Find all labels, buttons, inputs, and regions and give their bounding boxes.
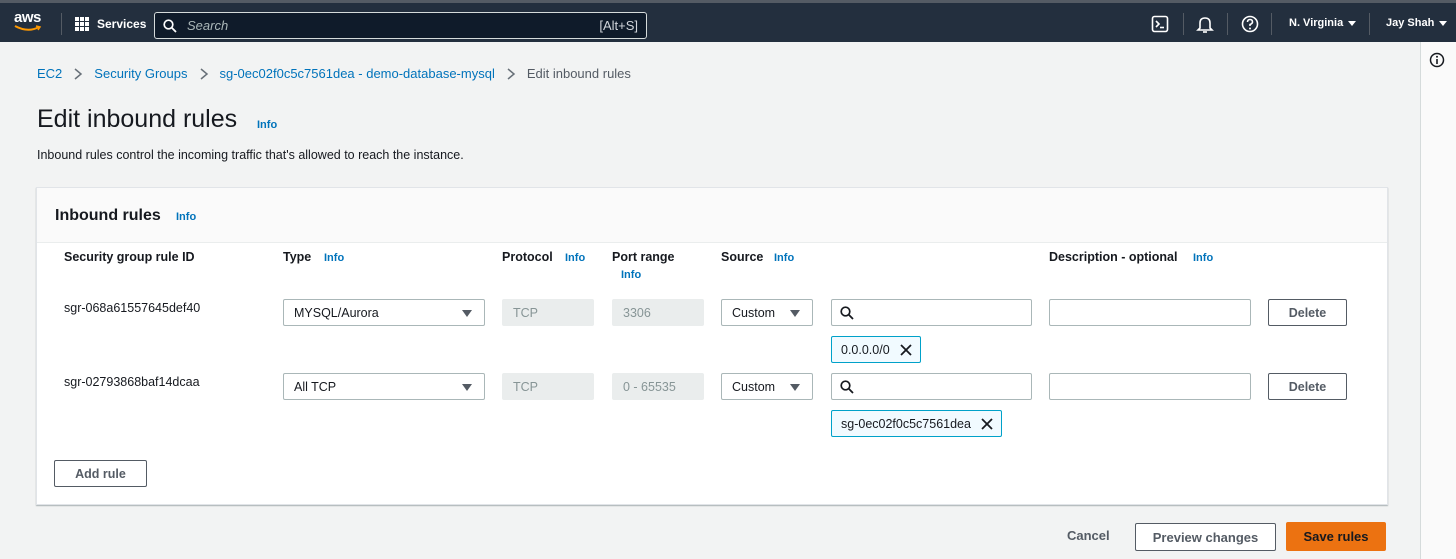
- services-label: Services: [97, 17, 147, 31]
- protocol-value: TCP: [513, 305, 538, 320]
- caret-down-icon: [462, 310, 472, 317]
- chevron-down-icon: [1348, 20, 1357, 26]
- source-search-input[interactable]: [860, 305, 1023, 320]
- page-info-link[interactable]: Info: [257, 119, 277, 131]
- column-header-rule-id: Security group rule ID: [64, 250, 195, 264]
- info-panel-icon[interactable]: [1429, 52, 1445, 68]
- breadcrumb-item-current: Edit inbound rules: [526, 66, 631, 81]
- close-icon[interactable]: [900, 343, 912, 356]
- column-header-description: Description - optional: [1049, 250, 1178, 264]
- port-range-info-link[interactable]: Info: [621, 269, 641, 281]
- region-selector[interactable]: N. Virginia: [1289, 17, 1357, 29]
- panel-title: Inbound rules: [55, 207, 161, 224]
- caret-down-icon: [462, 384, 472, 391]
- chevron-down-icon: [1439, 20, 1448, 26]
- source-search-field[interactable]: [831, 299, 1032, 326]
- chevron-right-icon: [507, 67, 516, 80]
- source-select-value: Custom: [732, 305, 776, 320]
- source-search-input[interactable]: [860, 379, 1023, 394]
- global-search-box[interactable]: [Alt+S]: [154, 12, 647, 39]
- nav-divider: [1271, 13, 1272, 35]
- notifications-bell-icon[interactable]: [1196, 15, 1214, 33]
- description-info-link[interactable]: Info: [1193, 252, 1213, 264]
- source-info-link[interactable]: Info: [774, 252, 794, 264]
- close-icon[interactable]: [981, 417, 993, 430]
- breadcrumb-item-ec2[interactable]: EC2: [37, 66, 62, 81]
- global-search-input[interactable]: [187, 18, 600, 33]
- source-select[interactable]: Custom: [721, 373, 813, 400]
- type-select[interactable]: MYSQL/Aurora: [283, 299, 485, 326]
- nav-divider: [61, 13, 62, 35]
- page-description: Inbound rules control the incoming traff…: [37, 148, 464, 162]
- type-select-value: MYSQL/Aurora: [294, 305, 379, 320]
- rule-id: sgr-068a61557645def40: [64, 301, 201, 315]
- type-info-link[interactable]: Info: [324, 252, 344, 264]
- breadcrumb-item-security-group[interactable]: sg-0ec02f0c5c7561dea - demo-database-mys…: [220, 66, 495, 81]
- port-range-field: 3306: [612, 299, 704, 326]
- chevron-right-icon: [74, 67, 83, 80]
- top-navigation-bar: aws Services [Alt+S] N. Virginia: [0, 0, 1456, 42]
- delete-rule-button[interactable]: Delete: [1268, 373, 1347, 400]
- search-icon: [840, 379, 854, 394]
- type-select[interactable]: All TCP: [283, 373, 485, 400]
- preview-changes-button[interactable]: Preview changes: [1135, 523, 1276, 551]
- port-range-field: 0 - 65535: [612, 373, 704, 400]
- source-search-field[interactable]: [831, 373, 1032, 400]
- search-icon: [163, 18, 177, 33]
- services-grid-icon: [75, 17, 89, 31]
- aws-logo-text: aws: [14, 9, 41, 26]
- nav-divider: [1227, 13, 1228, 35]
- cloudshell-icon[interactable]: [1151, 15, 1169, 33]
- search-icon: [840, 305, 854, 320]
- aws-smile-icon: [14, 25, 42, 31]
- column-header-protocol: Protocol: [502, 250, 553, 264]
- rule-id: sgr-02793868baf14dcaa: [64, 375, 200, 389]
- nav-divider: [1369, 13, 1370, 35]
- account-name: Jay Shah: [1386, 17, 1435, 29]
- protocol-field: TCP: [502, 299, 594, 326]
- source-select[interactable]: Custom: [721, 299, 813, 326]
- panel-header: Inbound rules Info: [37, 188, 1387, 243]
- port-range-value: 0 - 65535: [623, 379, 676, 394]
- column-header-source: Source: [721, 250, 764, 264]
- chevron-right-icon: [200, 67, 208, 80]
- port-range-value: 3306: [623, 305, 651, 320]
- help-icon[interactable]: [1241, 15, 1259, 33]
- inbound-rules-panel: Inbound rules Info Security group rule I…: [36, 187, 1388, 505]
- help-panel-rail: [1420, 42, 1456, 559]
- cancel-button[interactable]: Cancel: [1067, 528, 1110, 543]
- aws-logo[interactable]: aws: [14, 9, 48, 35]
- delete-rule-button[interactable]: Delete: [1268, 299, 1347, 326]
- search-shortcut-hint: [Alt+S]: [599, 18, 638, 33]
- account-menu[interactable]: Jay Shah: [1386, 17, 1448, 29]
- source-token: 0.0.0.0/0: [831, 336, 921, 363]
- description-input[interactable]: [1058, 379, 1242, 394]
- page-title: Edit inbound rules: [37, 105, 238, 133]
- protocol-value: TCP: [513, 379, 538, 394]
- services-menu-button[interactable]: Services: [75, 12, 146, 36]
- region-label: N. Virginia: [1289, 17, 1344, 29]
- source-token-label: sg-0ec02f0c5c7561dea: [841, 416, 971, 431]
- protocol-info-link[interactable]: Info: [565, 252, 585, 264]
- breadcrumb: EC2 Security Groups sg-0ec02f0c5c7561dea…: [37, 66, 631, 81]
- panel-info-link[interactable]: Info: [176, 211, 196, 223]
- source-token-label: 0.0.0.0/0: [841, 342, 890, 357]
- add-rule-button[interactable]: Add rule: [54, 460, 147, 487]
- source-token: sg-0ec02f0c5c7561dea: [831, 410, 1002, 437]
- breadcrumb-item-security-groups[interactable]: Security Groups: [94, 66, 187, 81]
- description-field[interactable]: [1049, 299, 1251, 326]
- source-select-value: Custom: [732, 379, 776, 394]
- description-field[interactable]: [1049, 373, 1251, 400]
- type-select-value: All TCP: [294, 379, 337, 394]
- column-header-type: Type: [283, 250, 312, 264]
- protocol-field: TCP: [502, 373, 594, 400]
- save-rules-button[interactable]: Save rules: [1286, 522, 1386, 551]
- nav-divider: [1183, 13, 1184, 35]
- column-header-port-range: Port range: [612, 250, 675, 264]
- description-input[interactable]: [1058, 305, 1242, 320]
- caret-down-icon: [790, 310, 800, 317]
- caret-down-icon: [790, 384, 800, 391]
